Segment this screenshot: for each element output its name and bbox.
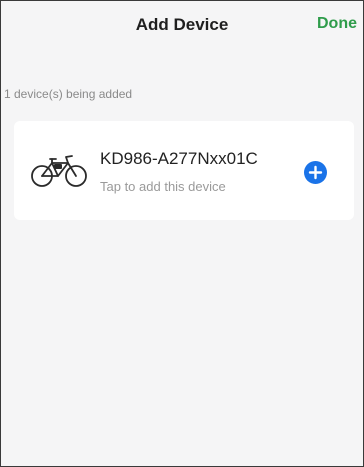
device-name: KD986-A277Nxx01C (100, 149, 258, 168)
bicycle-icon (30, 149, 88, 189)
header-bar: Add Device Done (1, 1, 363, 49)
device-subtitle: Tap to add this device (100, 179, 226, 194)
add-device-screen: Add Device Done 1 device(s) being added … (0, 0, 364, 467)
device-card[interactable]: KD986-A277Nxx01C Tap to add this device (14, 121, 354, 220)
page-title: Add Device (135, 15, 229, 34)
done-button[interactable]: Done (317, 15, 357, 33)
plus-icon (308, 165, 323, 180)
add-device-button[interactable] (304, 161, 327, 184)
devices-adding-status: 1 device(s) being added (4, 87, 133, 101)
